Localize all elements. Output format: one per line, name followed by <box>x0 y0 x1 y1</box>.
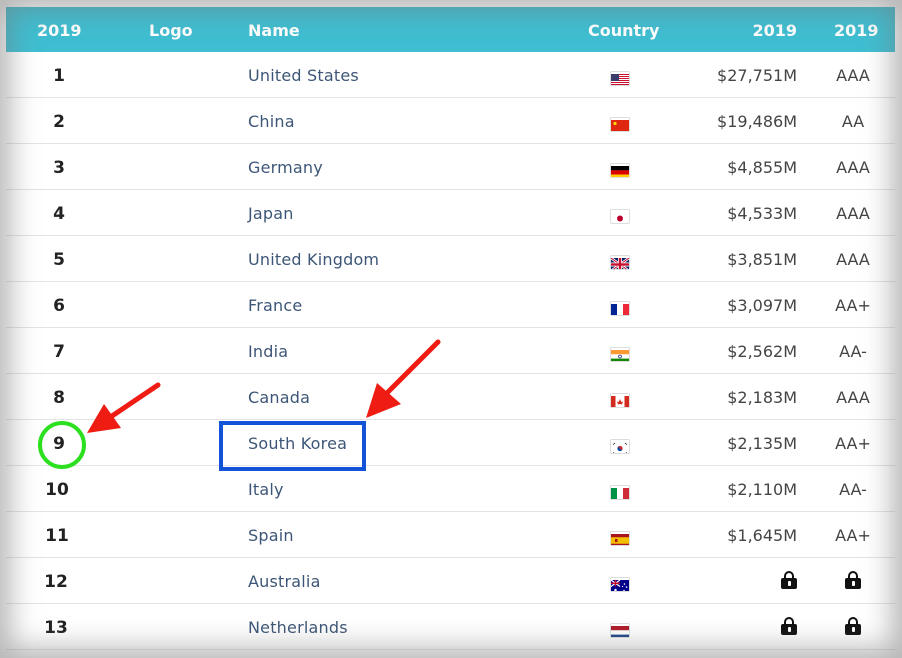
annotation-arrows <box>87 339 441 433</box>
arrow-to-rank <box>87 382 161 433</box>
arrow-to-name <box>366 339 441 418</box>
